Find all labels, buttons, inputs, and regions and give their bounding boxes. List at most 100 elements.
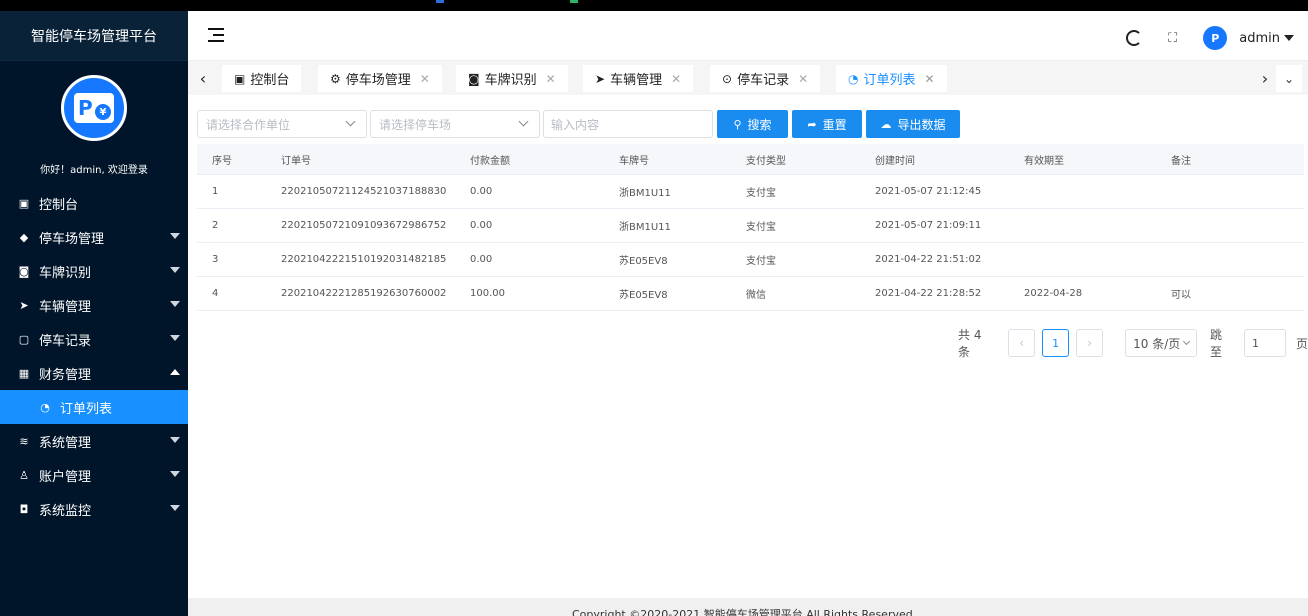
- username[interactable]: admin: [1239, 31, 1280, 46]
- avatar[interactable]: P ¥: [61, 75, 127, 141]
- sidebar-item-7[interactable]: ≋ 系统管理: [0, 424, 188, 458]
- table-cell: 2022-04-28: [1024, 288, 1083, 299]
- copyright-text: Copyright ©2020-2021 智能停车场管理平台 All Right…: [572, 608, 913, 616]
- layers-icon: ≋: [19, 434, 29, 448]
- search-button-label: 搜索: [747, 117, 772, 132]
- cloud-upload-icon: ☁: [880, 117, 892, 131]
- sidebar-item-8[interactable]: ♙ 账户管理: [0, 458, 188, 492]
- sidebar-item-2[interactable]: ◙ 车牌识别: [0, 254, 188, 288]
- user-icon: ♙: [19, 468, 29, 482]
- header-actions: ⛶ P admin: [1126, 25, 1294, 51]
- dashboard-icon: ◔: [40, 400, 50, 414]
- page-number-current[interactable]: 1: [1042, 329, 1070, 357]
- table-row[interactable]: 1 22021050721124521037188830 0.00 浙BM1U11 支付…: [197, 175, 1304, 209]
- table-cell: 2: [212, 220, 219, 231]
- tab-label: 停车场管理: [345, 73, 411, 88]
- tab-dropdown-chevron-icon[interactable]: ⌄: [1276, 65, 1302, 92]
- prev-page-icon[interactable]: ‹: [1008, 329, 1036, 357]
- table-cell: 22021050721091093672986752: [281, 220, 447, 231]
- tab-label: 控制台: [250, 73, 290, 88]
- jump-page-input[interactable]: 1: [1244, 329, 1286, 357]
- chevron-down-icon: [1183, 337, 1191, 346]
- next-page-icon[interactable]: ›: [1076, 329, 1104, 357]
- table-cell: 支付宝: [746, 222, 776, 233]
- sidebar-item-label: 系统管理: [39, 435, 92, 451]
- sidebar-item-label: 订单列表: [60, 401, 113, 417]
- table-cell: 3: [212, 254, 219, 265]
- close-icon[interactable]: ✕: [546, 72, 556, 86]
- tab-label: 停车记录: [737, 73, 790, 88]
- page-size-select[interactable]: 10 条/页: [1125, 329, 1198, 357]
- tab-scroll-right-icon[interactable]: ›: [1252, 61, 1278, 95]
- tab-0[interactable]: ▣ 控制台: [222, 65, 302, 92]
- menu-collapse-icon[interactable]: [208, 28, 224, 42]
- monitor-icon: ▣: [234, 71, 246, 86]
- sidebar-item-3[interactable]: ➤ 车辆管理: [0, 288, 188, 322]
- sidebar-item-9[interactable]: ◘ 系统监控: [0, 492, 188, 526]
- dashboard-icon: ◔: [848, 71, 859, 86]
- tab-2[interactable]: ◙ 车牌识别 ✕: [456, 65, 568, 92]
- coin-icon: ¥: [95, 104, 111, 120]
- sidebar-item-1[interactable]: ◆ 停车场管理: [0, 220, 188, 254]
- reset-button[interactable]: ➦ 重置: [792, 110, 862, 138]
- tab-scroll-left-icon[interactable]: ‹: [190, 61, 216, 95]
- search-button[interactable]: ⚲ 搜索: [717, 110, 788, 138]
- sidebar-item-label: 系统监控: [39, 503, 92, 519]
- column-header: 备注: [1171, 155, 1191, 167]
- partner-select[interactable]: 请选择合作单位: [197, 110, 367, 138]
- tab-1[interactable]: ⚙ 停车场管理 ✕: [318, 65, 442, 92]
- close-icon[interactable]: ✕: [671, 72, 681, 86]
- table-cell: 苏E05EV8: [619, 290, 668, 301]
- table-cell: 22021042221510192031482185: [281, 254, 447, 265]
- sidebar-item-5[interactable]: ▦ 财务管理: [0, 356, 188, 390]
- location-icon: ⊙: [722, 71, 733, 86]
- chevron-down-icon: [345, 116, 356, 127]
- parking-lot-select-placeholder: 请选择停车场: [379, 117, 452, 132]
- table-row[interactable]: 3 22021042221510192031482185 0.00 苏E05EV8 支付…: [197, 243, 1304, 277]
- export-button-label: 导出数据: [897, 117, 946, 132]
- search-input[interactable]: 输入内容: [543, 110, 713, 138]
- close-icon[interactable]: ✕: [925, 72, 935, 86]
- top-header: ⛶ P admin: [188, 11, 1308, 61]
- parking-lot-select[interactable]: 请选择停车场: [370, 110, 540, 138]
- chevron-down-icon: [518, 116, 529, 127]
- sidebar-item-0[interactable]: ▣ 控制台: [0, 186, 188, 220]
- tab-3[interactable]: ➤ 车辆管理 ✕: [583, 65, 694, 92]
- browser-tab-indicator: [570, 0, 578, 3]
- close-icon[interactable]: ✕: [420, 72, 430, 86]
- pagination-total: 共 4 条: [958, 328, 982, 359]
- caret-down-icon: [170, 267, 180, 273]
- caret-down-icon[interactable]: [1284, 35, 1294, 41]
- column-header: 车牌号: [619, 155, 649, 167]
- sidebar-menu: ▣ 控制台 ◆ 停车场管理 ◙ 车牌识别 ➤ 车辆管理 ▢ 停车记录 ▦ 财务管理 ◔ 订单列表 ≋ 系统管理…: [0, 186, 188, 526]
- column-header: 创建时间: [875, 155, 915, 167]
- close-icon[interactable]: ✕: [798, 72, 808, 86]
- sidebar-item-label: 财务管理: [39, 367, 92, 383]
- table-cell: 苏E05EV8: [619, 256, 668, 267]
- avatar-letter: P: [78, 96, 93, 120]
- table-cell: 22021042221285192630760002: [281, 288, 447, 299]
- sidebar-item-label: 停车记录: [39, 333, 92, 349]
- tab-4[interactable]: ⊙ 停车记录 ✕: [710, 65, 821, 92]
- sidebar-item-label: 车辆管理: [39, 299, 92, 315]
- sidebar-item-4[interactable]: ▢ 停车记录: [0, 322, 188, 356]
- sidebar-item-label: 控制台: [39, 197, 79, 213]
- tab-label: 车辆管理: [610, 73, 663, 88]
- fullscreen-icon[interactable]: ⛶: [1168, 31, 1177, 46]
- table-cell: 2021-05-07 21:12:45: [875, 186, 982, 197]
- caret-down-icon: [170, 301, 180, 307]
- caret-down-icon: [170, 233, 180, 239]
- diamond-icon: ◆: [19, 230, 29, 244]
- refresh-icon[interactable]: [1126, 30, 1143, 46]
- share-arrow-icon: ➦: [807, 117, 817, 131]
- sidebar-item-6[interactable]: ◔ 订单列表: [0, 390, 188, 424]
- table-row[interactable]: 2 22021050721091093672986752 0.00 浙BM1U11 支付…: [197, 209, 1304, 243]
- sidebar-item-label: 停车场管理: [39, 231, 105, 247]
- user-avatar[interactable]: P: [1203, 26, 1228, 50]
- app-title: 智能停车场管理平台: [0, 11, 188, 61]
- table-row[interactable]: 4 22021042221285192630760002 100.00 苏E05EV8…: [197, 277, 1304, 311]
- gear-icon: ⚙: [330, 71, 341, 86]
- orders-table: 序号 订单号 付款金额 车牌号 支付类型 创建时间 有效期至 备注 1 220210507211…: [197, 144, 1304, 311]
- tab-5[interactable]: ◔ 订单列表 ✕: [836, 65, 947, 92]
- export-button[interactable]: ☁ 导出数据: [866, 110, 960, 138]
